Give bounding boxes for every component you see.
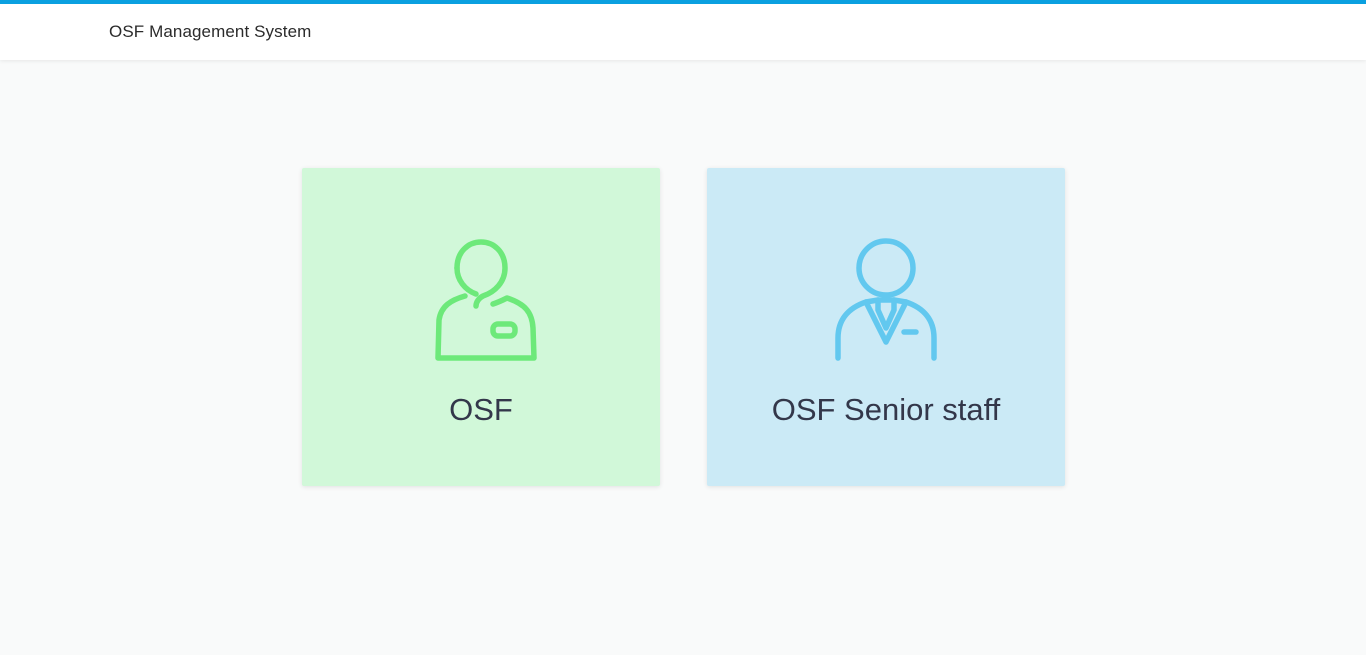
role-card-senior-staff[interactable]: OSF Senior staff [707,168,1065,486]
role-card-osf[interactable]: OSF [302,168,660,486]
role-label-senior-staff: OSF Senior staff [771,392,1001,427]
user-icon [435,239,537,361]
role-label-osf: OSF [449,392,513,427]
staff-icon [835,238,937,361]
app-title: OSF Management System [109,22,312,41]
top-bar: OSF Management System [0,0,1366,60]
